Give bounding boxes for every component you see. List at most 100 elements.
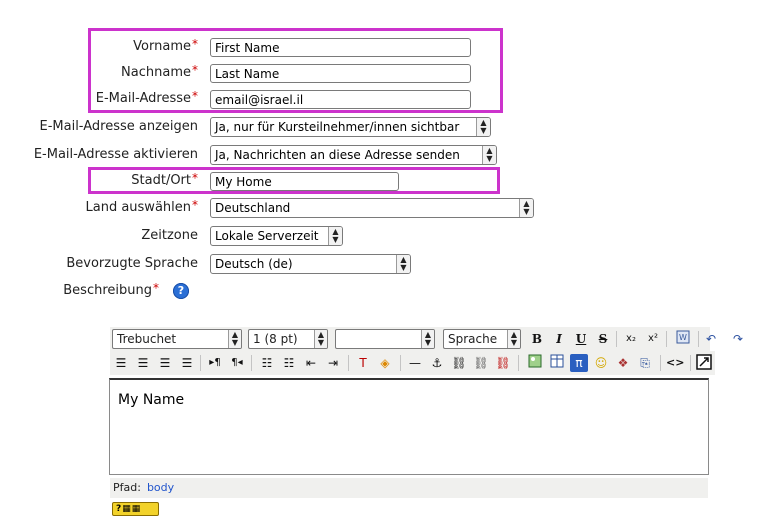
- firstname-label: Vorname*: [133, 37, 198, 54]
- align-right-icon[interactable]: ☰: [156, 354, 174, 372]
- indent-icon[interactable]: ⇥: [324, 354, 342, 372]
- insert-object-icon[interactable]: ❖: [614, 354, 632, 372]
- toolbar-separator: [518, 355, 519, 371]
- image-icon[interactable]: [526, 354, 544, 372]
- html-source-icon[interactable]: <>: [666, 354, 684, 372]
- background-color-icon[interactable]: ◈: [376, 354, 394, 372]
- maildisplay-select[interactable]: Ja, nur für Kursteilnehmer/innen sichtba…: [210, 117, 491, 137]
- editor-text[interactable]: My Name: [118, 392, 184, 408]
- updown-arrow-icon: ▲ ▼: [482, 146, 496, 164]
- required-asterisk: *: [192, 89, 198, 103]
- email-input[interactable]: [210, 90, 471, 109]
- toolbar-separator: [660, 355, 661, 371]
- updown-arrow-icon: ▲ ▼: [396, 255, 410, 273]
- font-size-select[interactable]: 1 (8 pt) ▲ ▼: [248, 329, 328, 349]
- help-icon[interactable]: ?: [173, 283, 189, 299]
- editor-content-area[interactable]: My Name: [109, 378, 709, 475]
- timezone-selected: Lokale Serverzeit: [215, 229, 319, 243]
- lastname-label: Nachname*: [121, 63, 198, 80]
- toolbar-separator: [400, 355, 401, 371]
- emailstop-selected: Ja, Nachrichten an diese Adresse senden: [215, 148, 460, 162]
- subscript-button[interactable]: x₂: [622, 330, 640, 348]
- emailstop-label: E-Mail-Adresse aktivieren: [33, 147, 198, 162]
- required-asterisk: *: [192, 63, 198, 77]
- path-label: Pfad:: [113, 481, 141, 494]
- strikethrough-button[interactable]: S: [594, 330, 612, 348]
- timezone-select[interactable]: Lokale Serverzeit ▲ ▼: [210, 226, 343, 246]
- updown-arrow-icon: ▲ ▼: [228, 330, 241, 348]
- emailstop-select[interactable]: Ja, Nachrichten an diese Adresse senden …: [210, 145, 497, 165]
- redo-icon[interactable]: ↷: [729, 330, 747, 348]
- email-label: E-Mail-Adresse*: [95, 89, 198, 106]
- updown-arrow-icon: ▲ ▼: [421, 330, 434, 348]
- text-color-icon[interactable]: T: [354, 354, 372, 372]
- align-center-icon[interactable]: ☰: [134, 354, 152, 372]
- svg-text:W: W: [679, 333, 687, 342]
- toolbar-separator: [698, 331, 699, 347]
- font-family-value: Trebuchet: [117, 332, 177, 346]
- updown-arrow-icon: ▲ ▼: [519, 199, 533, 217]
- maildisplay-selected: Ja, nur für Kursteilnehmer/innen sichtba…: [215, 120, 460, 134]
- underline-button[interactable]: U: [572, 330, 590, 348]
- superscript-button[interactable]: x²: [644, 330, 662, 348]
- updown-arrow-icon: ▲ ▼: [476, 118, 490, 136]
- heading-select[interactable]: ▲ ▼: [335, 329, 435, 349]
- toolbar-separator: [200, 355, 201, 371]
- required-asterisk: *: [192, 37, 198, 51]
- search-replace-icon[interactable]: ⎘: [636, 354, 654, 372]
- ordered-list-icon[interactable]: ☷: [258, 354, 276, 372]
- language-editor-select[interactable]: Sprache ▲ ▼: [443, 329, 521, 349]
- align-left-icon[interactable]: ☰: [112, 354, 130, 372]
- math-pi-icon[interactable]: π: [570, 354, 588, 372]
- paste-word-icon[interactable]: W: [674, 330, 692, 348]
- font-size-value: 1 (8 pt): [253, 332, 298, 346]
- editor-toolbar-row-1: Trebuchet ▲ ▼ 1 (8 pt) ▲ ▼ ▲ ▼ Sprache ▲ ▼ B…: [110, 327, 716, 351]
- fullscreen-icon[interactable]: [695, 354, 713, 372]
- ltr-icon[interactable]: ▸¶: [206, 354, 224, 372]
- required-asterisk: *: [192, 198, 198, 212]
- align-justify-icon[interactable]: ☰: [178, 354, 196, 372]
- font-family-select[interactable]: Trebuchet ▲ ▼: [112, 329, 242, 349]
- smiley-icon[interactable]: ☺: [592, 354, 610, 372]
- country-label: Land auswählen*: [85, 198, 199, 215]
- lastname-input[interactable]: [210, 64, 471, 83]
- toolbar-separator: [348, 355, 349, 371]
- anchor-icon[interactable]: ⚓: [428, 354, 446, 372]
- horizontal-rule-icon[interactable]: —: [406, 354, 424, 372]
- required-asterisk: *: [153, 281, 159, 295]
- bold-button[interactable]: B: [528, 330, 546, 348]
- maildisplay-label: E-Mail-Adresse anzeigen: [39, 119, 199, 134]
- keyboard-help-icon[interactable]: ?▦▦: [112, 502, 159, 516]
- undo-icon[interactable]: ↶: [702, 330, 720, 348]
- updown-arrow-icon: ▲ ▼: [314, 330, 327, 348]
- toolbar-separator: [251, 355, 252, 371]
- timezone-label: Zeitzone: [141, 228, 198, 243]
- city-label: Stadt/Ort*: [131, 171, 198, 188]
- table-icon[interactable]: [548, 354, 566, 372]
- nolink-icon[interactable]: ⛓: [494, 354, 512, 372]
- updown-arrow-icon: ▲ ▼: [328, 227, 342, 245]
- editor-language-value: Sprache: [448, 332, 498, 346]
- outdent-icon[interactable]: ⇤: [302, 354, 320, 372]
- toolbar-separator: [690, 355, 691, 371]
- city-input[interactable]: [210, 172, 399, 191]
- unordered-list-icon[interactable]: ☷: [280, 354, 298, 372]
- rtl-icon[interactable]: ¶◂: [228, 354, 246, 372]
- language-label: Bevorzugte Sprache: [66, 256, 198, 271]
- toolbar-separator: [616, 331, 617, 347]
- editor-statusbar: Pfad: body: [110, 478, 708, 498]
- italic-button[interactable]: I: [550, 330, 568, 348]
- description-label: Beschreibung*: [63, 281, 159, 298]
- language-selected: Deutsch (de): [215, 257, 293, 271]
- country-selected: Deutschland: [215, 201, 291, 215]
- firstname-input[interactable]: [210, 38, 471, 57]
- editor-toolbar-row-2: ☰ ☰ ☰ ☰ ▸¶ ¶◂ ☷ ☷ ⇤ ⇥ T ◈ — ⚓ ⛓ ⛓ ⛓ π ☺ …: [110, 351, 715, 375]
- required-asterisk: *: [192, 171, 198, 185]
- updown-arrow-icon: ▲ ▼: [507, 330, 520, 348]
- toolbar-separator: [666, 331, 667, 347]
- unlink-icon[interactable]: ⛓: [472, 354, 490, 372]
- link-icon[interactable]: ⛓: [450, 354, 468, 372]
- language-select[interactable]: Deutsch (de) ▲ ▼: [210, 254, 411, 274]
- path-body-link[interactable]: body: [147, 481, 174, 494]
- country-select[interactable]: Deutschland ▲ ▼: [210, 198, 534, 218]
